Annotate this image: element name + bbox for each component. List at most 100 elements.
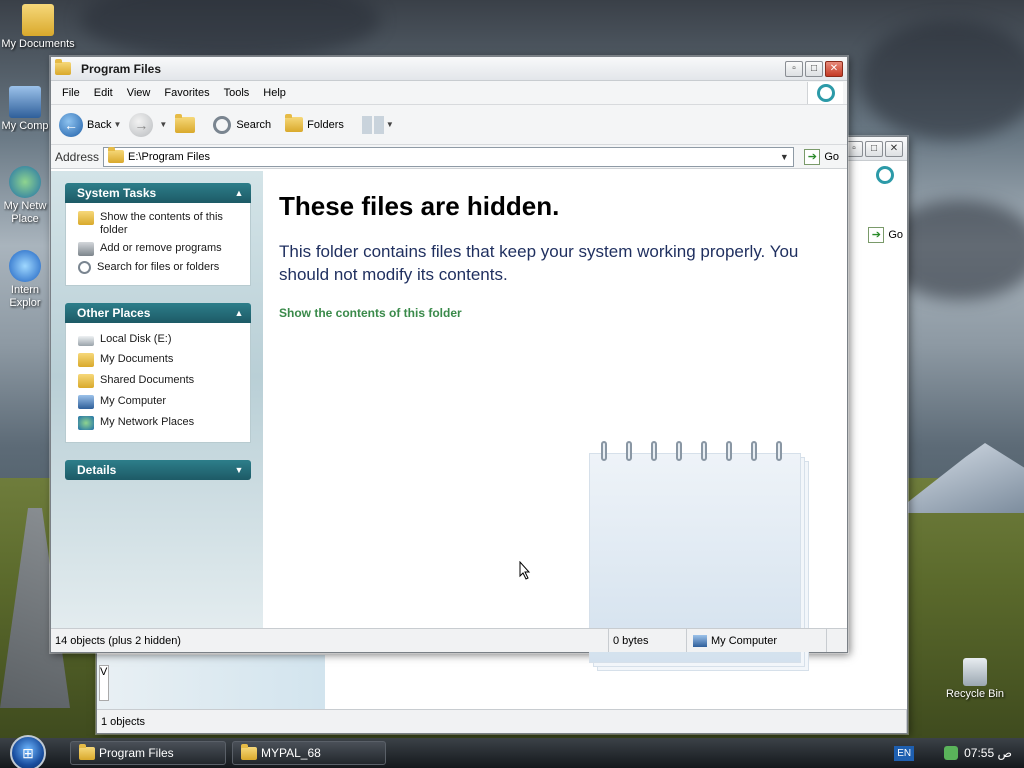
up-folder-button[interactable] [175, 113, 199, 133]
menu-edit[interactable]: Edit [87, 87, 120, 99]
task-label: Add or remove programs [100, 242, 222, 254]
taskbar-mypal[interactable]: MYPAL_68 [232, 741, 386, 765]
notepad-ring [626, 441, 632, 461]
other-places-header[interactable]: Other Places ▲ [65, 303, 251, 323]
search-button[interactable]: Search [213, 115, 272, 134]
computer-icon [9, 86, 41, 118]
system-tasks-header[interactable]: System Tasks ▲ [65, 183, 251, 203]
start-button[interactable]: ⊞ [10, 735, 46, 768]
chevron-up-icon[interactable]: ▲ [233, 307, 245, 319]
forward-button[interactable]: → ▼ [129, 112, 167, 137]
menu-tools[interactable]: Tools [217, 87, 257, 99]
notepad-ring [776, 441, 782, 461]
system-tasks-panel: System Tasks ▲ Show the contents of this… [65, 183, 251, 286]
menu-favorites[interactable]: Favorites [157, 87, 216, 99]
status-location: My Computer [687, 629, 827, 652]
go-arrow-icon: ➔ [804, 148, 821, 165]
chevron-down-icon[interactable]: ▼ [159, 120, 167, 129]
notepad-ring [751, 441, 757, 461]
cloud [860, 20, 1024, 140]
search-icon [213, 115, 232, 134]
place-shared-documents[interactable]: Shared Documents [78, 374, 244, 388]
go-button[interactable]: ➔ Go [800, 148, 843, 165]
system-tray: EN 07:55 ص [894, 738, 1024, 768]
close-button[interactable]: ✕ [825, 60, 843, 77]
close-button[interactable]: ✕ [885, 140, 903, 157]
taskbar-program-files[interactable]: Program Files [70, 741, 226, 765]
windows-ring-icon [876, 166, 894, 184]
desktop-icon-label: My Netw [3, 200, 47, 212]
place-label: My Computer [100, 395, 167, 407]
desktop-icon-my-computer[interactable]: My Comp [0, 86, 50, 132]
statusbar: 14 objects (plus 2 hidden) 0 bytes My Co… [51, 628, 847, 652]
desktop-icon-my-documents[interactable]: My Documents [0, 4, 76, 50]
chevron-down-icon[interactable]: ▼ [386, 120, 394, 129]
chevron-down-icon[interactable]: ▼ [775, 148, 793, 166]
toolbar: ← Back ▼ → ▼ Search Folders ▼ [51, 105, 847, 145]
menu-bar: File Edit View Favorites Tools Help [51, 81, 847, 105]
drive-icon [78, 336, 94, 346]
folder-icon [78, 211, 94, 225]
task-search-files[interactable]: Search for files or folders [78, 261, 244, 274]
network-tray-icon[interactable] [944, 746, 959, 760]
desktop-icon-label: Recycle Bin [945, 688, 1005, 700]
window-title: Program Files [81, 61, 162, 76]
place-my-documents[interactable]: My Documents [78, 353, 244, 367]
place-my-computer[interactable]: My Computer [78, 395, 244, 409]
resize-grip[interactable] [827, 629, 847, 652]
windows-ring-icon [816, 84, 835, 102]
address-value: E:\Program Files [128, 150, 210, 163]
task-show-contents[interactable]: Show the contents of this folder [78, 211, 244, 237]
panel-title: System Tasks [77, 186, 157, 200]
go-label: Go [824, 150, 839, 163]
desktop-icon-label: My Documents [1, 38, 75, 50]
desktop-icon-label: Place [11, 213, 39, 225]
desktop-icon-my-network[interactable]: My Netw Place [0, 166, 50, 226]
menu-file[interactable]: File [55, 87, 87, 99]
folder-icon [78, 374, 94, 388]
views-button[interactable]: ▼ [361, 115, 394, 134]
clock[interactable]: 07:55 ص [964, 746, 1012, 760]
go-button[interactable]: ➔ Go [868, 227, 903, 243]
windows-logo [867, 163, 903, 187]
status-objects: 1 objects [97, 710, 907, 733]
views-icon [361, 115, 384, 134]
desktop-icon-recycle-bin[interactable]: Recycle Bin [937, 658, 1013, 700]
folder-icon [78, 353, 94, 367]
details-header[interactable]: Details ▼ [65, 460, 251, 480]
task-add-remove-programs[interactable]: Add or remove programs [78, 242, 244, 256]
place-label: My Network Places [100, 416, 195, 428]
place-local-disk[interactable]: Local Disk (E:) [78, 333, 244, 346]
desktop-icon-internet-explorer[interactable]: Intern Explor [0, 250, 50, 310]
other-places-body: Local Disk (E:) My Documents Shared Docu… [65, 323, 251, 443]
address-label: Address [55, 149, 100, 164]
show-contents-link[interactable]: Show the contents of this folder [279, 306, 831, 320]
address-bar: Address E:\Program Files ▼ ➔ Go [51, 145, 847, 169]
programs-icon [78, 242, 94, 256]
partial-field: V [99, 665, 109, 701]
place-label: Shared Documents [100, 374, 195, 386]
menu-help[interactable]: Help [256, 87, 293, 99]
minimize-button[interactable]: ▫ [785, 60, 803, 77]
notepad-ring [651, 441, 657, 461]
forward-arrow-icon: → [129, 112, 154, 137]
search-label: Search [236, 118, 272, 131]
chevron-down-icon[interactable]: ▼ [233, 464, 245, 476]
maximize-button[interactable]: □ [805, 60, 823, 77]
back-label: Back [87, 118, 112, 131]
back-arrow-icon: ← [59, 112, 83, 137]
chevron-up-icon[interactable]: ▲ [233, 187, 245, 199]
back-button[interactable]: ← Back ▼ [59, 112, 121, 137]
folder-icon [22, 4, 54, 36]
status-objects: 14 objects (plus 2 hidden) [51, 629, 609, 652]
maximize-button[interactable]: □ [865, 140, 883, 157]
explorer-window[interactable]: Program Files ▫ □ ✕ File Edit View Favor… [50, 56, 848, 671]
computer-icon [693, 634, 707, 647]
place-my-network[interactable]: My Network Places [78, 416, 244, 430]
address-field[interactable]: E:\Program Files ▼ [103, 146, 795, 167]
desktop-icon-label: My Comp [1, 120, 49, 132]
language-indicator[interactable]: EN [894, 745, 915, 761]
folders-button[interactable]: Folders [285, 114, 344, 132]
chevron-down-icon[interactable]: ▼ [113, 120, 121, 129]
menu-view[interactable]: View [120, 87, 158, 99]
